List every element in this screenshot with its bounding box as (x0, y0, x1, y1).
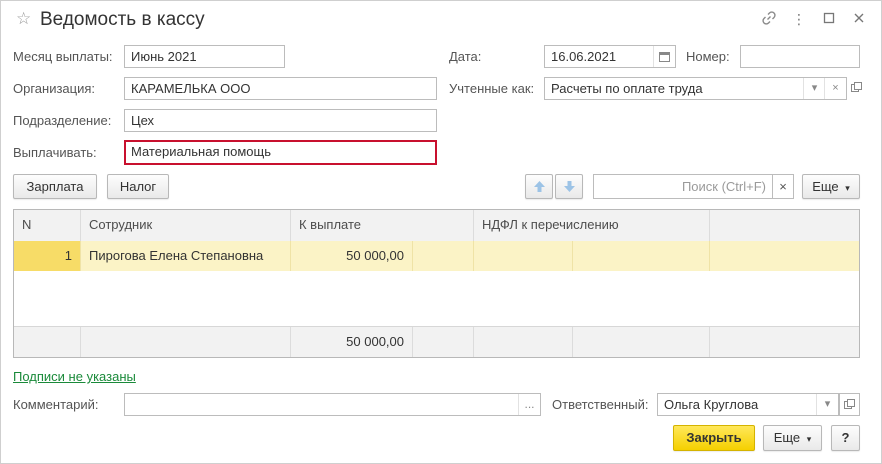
col-amount[interactable]: К выплате (291, 210, 474, 241)
responsible-field[interactable]: Ольга Круглова ▾ (657, 393, 839, 416)
footer-more-button[interactable]: Еще ▾ (763, 425, 822, 451)
row-amount[interactable]: 50 000,00 (291, 241, 413, 271)
accounted-field[interactable]: Расчеты по оплате труда ▾ × (544, 77, 847, 100)
dept-field[interactable]: Цех (124, 109, 437, 132)
number-field[interactable] (740, 45, 860, 68)
foot-amount-extra (413, 327, 474, 357)
pay-label: Выплачивать: (13, 145, 97, 160)
page-title: Ведомость в кассу (40, 9, 205, 30)
row-ndfl[interactable] (474, 241, 573, 271)
footer-more-label: Еще (773, 430, 801, 445)
number-label: Номер: (686, 49, 730, 64)
comment-select-button[interactable]: ... (518, 394, 540, 415)
foot-empty (710, 327, 859, 357)
open-icon[interactable] (851, 80, 863, 96)
table-footer: 50 000,00 (14, 326, 859, 357)
more-label: Еще (812, 179, 839, 194)
maximize-icon[interactable] (820, 10, 838, 28)
responsible-dropdown-icon[interactable]: ▾ (816, 394, 838, 415)
date-value: 16.06.2021 (551, 49, 617, 64)
accounted-value: Расчеты по оплате труда (551, 81, 703, 96)
move-up-button[interactable] (525, 174, 553, 199)
search-input[interactable]: Поиск (Ctrl+F) (593, 174, 773, 199)
pay-field[interactable]: Материальная помощь (124, 140, 437, 165)
arrow-up-icon (533, 181, 546, 196)
search-clear-button[interactable]: × (772, 174, 794, 199)
arrow-down-icon (563, 181, 576, 196)
foot-ndfl-extra (573, 327, 710, 357)
dept-label: Подразделение: (13, 113, 112, 128)
help-button[interactable]: ? (831, 425, 860, 451)
dropdown-icon[interactable]: ▾ (803, 78, 825, 99)
col-n[interactable]: N (14, 210, 81, 241)
salary-button[interactable]: Зарплата (13, 174, 97, 199)
open-form-icon (840, 398, 855, 413)
foot-n (14, 327, 81, 357)
date-label: Дата: (449, 49, 482, 64)
foot-employee (81, 327, 291, 357)
payments-table: N Сотрудник К выплате НДФЛ к перечислени… (13, 209, 860, 358)
chevron-down-icon: ▾ (806, 434, 812, 444)
table-header: N Сотрудник К выплате НДФЛ к перечислени… (14, 210, 859, 242)
comment-label: Комментарий: (13, 397, 99, 412)
responsible-open-button[interactable] (839, 393, 860, 416)
table-row[interactable]: 1 Пирогова Елена Степановна 50 000,00 (14, 241, 859, 271)
link-icon[interactable] (760, 10, 778, 28)
tax-button[interactable]: Налог (107, 174, 169, 199)
close-icon[interactable] (850, 10, 868, 28)
chevron-down-icon: ▾ (845, 183, 850, 193)
row-amount-extra[interactable] (413, 241, 474, 271)
row-ndfl-extra[interactable] (573, 241, 710, 271)
date-field[interactable]: 16.06.2021 (544, 45, 676, 68)
star-icon[interactable]: ☆ (16, 9, 31, 29)
move-down-button[interactable] (555, 174, 583, 199)
close-button[interactable]: Закрыть (673, 425, 755, 451)
toolbar-more-button[interactable]: Еще ▾ (802, 174, 860, 199)
col-ndfl[interactable]: НДФЛ к перечислению (474, 210, 710, 241)
responsible-value: Ольга Круглова (664, 397, 759, 412)
responsible-label: Ответственный: (552, 397, 649, 412)
month-field[interactable]: Июнь 2021 (124, 45, 285, 68)
foot-ndfl (474, 327, 573, 357)
row-empty (710, 241, 859, 271)
clear-icon[interactable]: × (824, 78, 846, 99)
col-empty (710, 210, 859, 241)
comment-field[interactable]: ... (124, 393, 541, 416)
total-amount: 50 000,00 (291, 327, 413, 357)
month-label: Месяц выплаты: (13, 49, 113, 64)
org-field[interactable]: КАРАМЕЛЬКА ООО (124, 77, 437, 100)
row-employee[interactable]: Пирогова Елена Степановна (81, 241, 291, 271)
row-n[interactable]: 1 (14, 241, 81, 271)
col-employee[interactable]: Сотрудник (81, 210, 291, 241)
signatures-link[interactable]: Подписи не указаны (13, 369, 136, 384)
accounted-label: Учтенные как: (449, 81, 535, 96)
calendar-icon[interactable] (653, 46, 675, 67)
org-label: Организация: (13, 81, 96, 96)
more-vertical-icon[interactable]: ⋮ (790, 10, 808, 28)
